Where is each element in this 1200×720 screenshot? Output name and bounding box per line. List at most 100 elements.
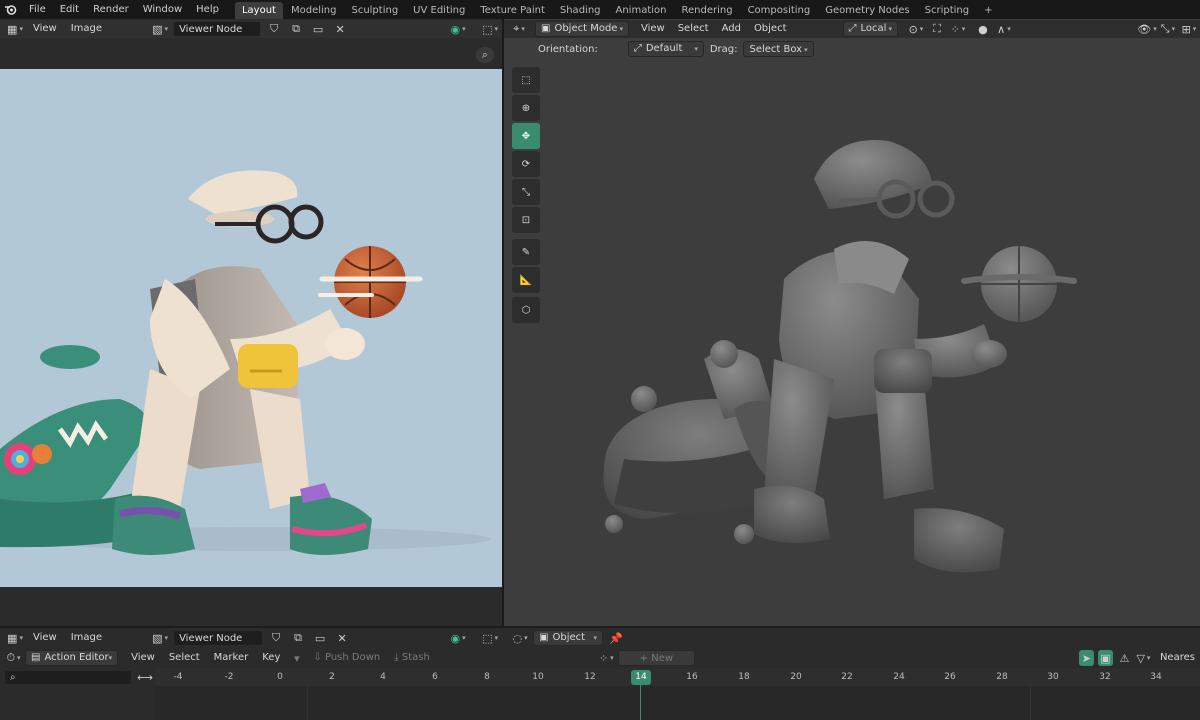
transform-space-dropdown[interactable]: ⤢ Local ▾ <box>842 21 898 37</box>
proportional-edit-icon[interactable]: ● <box>974 21 992 37</box>
push-down-button[interactable]: ⇩ Push Down <box>308 650 385 666</box>
menu-render[interactable]: Render <box>86 0 136 19</box>
tab-sculpting[interactable]: Sculpting <box>344 2 405 19</box>
open-folder-icon[interactable]: ▭ <box>311 630 329 646</box>
drag-dropdown[interactable]: Select Box ▾ <box>743 41 814 57</box>
tab-animation[interactable]: Animation <box>609 2 674 19</box>
action-browse-icon[interactable]: ⁘ ▾ <box>599 650 614 666</box>
gizmo-toggle-icon[interactable]: ⬚ ▾ <box>481 21 499 37</box>
sculpt-model-mesh[interactable] <box>584 109 1104 579</box>
gizmo-toggle-icon[interactable]: ⬚ ▾ <box>481 630 499 646</box>
unlink-close-icon[interactable]: ✕ <box>333 630 351 646</box>
tab-scripting[interactable]: Scripting <box>918 2 976 19</box>
drag-value: Select Box <box>749 44 803 55</box>
tab-layout[interactable]: Layout <box>234 2 283 19</box>
open-folder-icon[interactable]: ▭ <box>309 21 327 37</box>
frame-tick: 34 <box>1150 672 1162 682</box>
transform-icon: ⊡ <box>521 214 531 226</box>
snap-target-icon[interactable]: ⁘ ▾ <box>949 21 967 37</box>
object-mode-dropdown[interactable]: ▣ Object Mode ▾ <box>535 21 629 37</box>
tab-shading[interactable]: Shading <box>553 2 608 19</box>
snap-icon[interactable]: ⛶ <box>928 21 946 37</box>
annotate-tool[interactable]: ✎ <box>512 239 540 265</box>
sync-mode-icon[interactable]: ◌ ▾ <box>511 630 529 646</box>
menu-object[interactable]: Object <box>749 21 792 37</box>
blender-logo-icon[interactable] <box>0 2 20 18</box>
orientation-label: Orientation: <box>538 43 598 55</box>
select-box-tool[interactable]: ⬚ <box>512 67 540 93</box>
menu-image[interactable]: Image <box>66 21 107 37</box>
image-name-field[interactable]: Viewer Node <box>173 21 262 37</box>
channel-search-field[interactable]: ⌕ <box>4 670 132 685</box>
action-editor-mode-dropdown[interactable]: ▤ Action Editor ▾ <box>25 650 119 666</box>
pin-icon[interactable]: 📌 <box>607 630 625 646</box>
menu-view[interactable]: View <box>28 630 62 646</box>
duplicate-icon[interactable]: ⧉ <box>289 630 307 646</box>
pivot-point-icon[interactable]: ⊙ ▾ <box>907 21 925 37</box>
menu-file[interactable]: File <box>22 0 53 19</box>
display-channels-icon[interactable]: ◉ ▾ <box>449 630 467 646</box>
transform-tool[interactable]: ⊡ <box>512 207 540 233</box>
menu-marker[interactable]: Marker <box>209 650 254 666</box>
tab-modeling[interactable]: Modeling <box>284 2 344 19</box>
overlays-icon[interactable]: ⊞ ▾ <box>1180 21 1198 37</box>
only-selected-icon[interactable]: ➤ <box>1078 650 1094 666</box>
menu-help[interactable]: Help <box>189 0 226 19</box>
filter-icon[interactable]: ▽ ▾ <box>1136 650 1151 666</box>
display-channels-icon[interactable]: ◉ ▾ <box>449 21 467 37</box>
cursor-tool[interactable]: ⊕ <box>512 95 540 121</box>
dopesheet-timeline[interactable]: ⌕ ⟷ -4 -2 0 2 4 6 8 10 12 14 16 18 20 22… <box>0 668 1200 720</box>
stash-button[interactable]: ⤓ Stash <box>389 650 435 666</box>
frame-tick: -2 <box>224 672 234 682</box>
gizmo-icon[interactable]: ⤡ ▾ <box>1159 21 1177 37</box>
tab-texture-paint[interactable]: Texture Paint <box>473 2 552 19</box>
tab-rendering[interactable]: Rendering <box>674 2 739 19</box>
rotate-tool[interactable]: ⟳ <box>512 151 540 177</box>
menu-window[interactable]: Window <box>136 0 189 19</box>
falloff-icon[interactable]: ∧ ▾ <box>995 21 1013 37</box>
add-cube-tool[interactable]: ⬡ <box>512 297 540 323</box>
menu-edit[interactable]: Edit <box>53 0 86 19</box>
tab-uv-editing[interactable]: UV Editing <box>406 2 472 19</box>
swap-arrows-icon[interactable]: ⟷ <box>136 669 154 685</box>
move-tool[interactable]: ✥ <box>512 123 540 149</box>
menu-select[interactable]: Select <box>164 650 205 666</box>
frame-tick: 8 <box>484 672 490 682</box>
image-browse-icon[interactable]: ▧ ▾ <box>151 21 169 37</box>
menu-view[interactable]: View <box>28 21 62 37</box>
image-name-field[interactable]: Viewer Node <box>173 630 264 646</box>
show-hidden-icon[interactable]: ▣ <box>1097 650 1113 666</box>
editor-type-icon[interactable]: ▦ ▾ <box>6 630 24 646</box>
tab-compositing[interactable]: Compositing <box>741 2 818 19</box>
frame-ruler[interactable]: -4 -2 0 2 4 6 8 10 12 14 16 18 20 22 24 … <box>155 668 1200 686</box>
interpolation-dropdown[interactable]: Neares <box>1155 650 1200 666</box>
menu-add[interactable]: Add <box>717 21 746 37</box>
orientation-dropdown[interactable]: ⤢ Default ▾ <box>627 41 704 57</box>
editor-type-icon[interactable]: ⏱ ▾ <box>6 650 21 666</box>
render-image-canvas[interactable] <box>0 69 502 587</box>
action-up-arrow-icon[interactable]: ▾ <box>289 650 304 666</box>
menu-key[interactable]: Key <box>257 650 285 666</box>
duplicate-icon[interactable]: ⧉ <box>287 21 305 37</box>
menu-view[interactable]: View <box>126 650 160 666</box>
fake-user-shield-icon[interactable]: ⛉ <box>267 630 285 646</box>
editor-type-icon[interactable]: ⌖ ▾ <box>510 21 528 37</box>
zoom-magnifier-icon[interactable]: ⌕ <box>476 47 494 63</box>
3d-viewport[interactable]: ⌖ ▾ ▣ Object Mode ▾ View Select Add Object… <box>504 19 1200 626</box>
menu-image[interactable]: Image <box>66 630 107 646</box>
unlink-close-icon[interactable]: ✕ <box>331 21 349 37</box>
menu-select[interactable]: Select <box>673 21 714 37</box>
editor-type-icon[interactable]: ▦ ▾ <box>6 21 24 37</box>
object-dropdown[interactable]: ▣ Object ▾ <box>533 630 604 646</box>
current-frame-indicator[interactable]: 14 <box>631 670 651 685</box>
measure-tool[interactable]: 📐 <box>512 267 540 293</box>
visibility-eye-icon[interactable]: 👁 ▾ <box>1137 21 1156 37</box>
image-browse-icon[interactable]: ▧ ▾ <box>151 630 169 646</box>
fake-user-shield-icon[interactable]: ⛉ <box>265 21 283 37</box>
tab-geometry-nodes[interactable]: Geometry Nodes <box>818 2 916 19</box>
add-workspace-button[interactable]: + <box>977 2 999 19</box>
new-action-button[interactable]: + New <box>617 650 695 666</box>
only-errors-icon[interactable]: ⚠ <box>1117 650 1132 666</box>
menu-view[interactable]: View <box>636 21 670 37</box>
scale-tool[interactable]: ⤡ <box>512 179 540 205</box>
